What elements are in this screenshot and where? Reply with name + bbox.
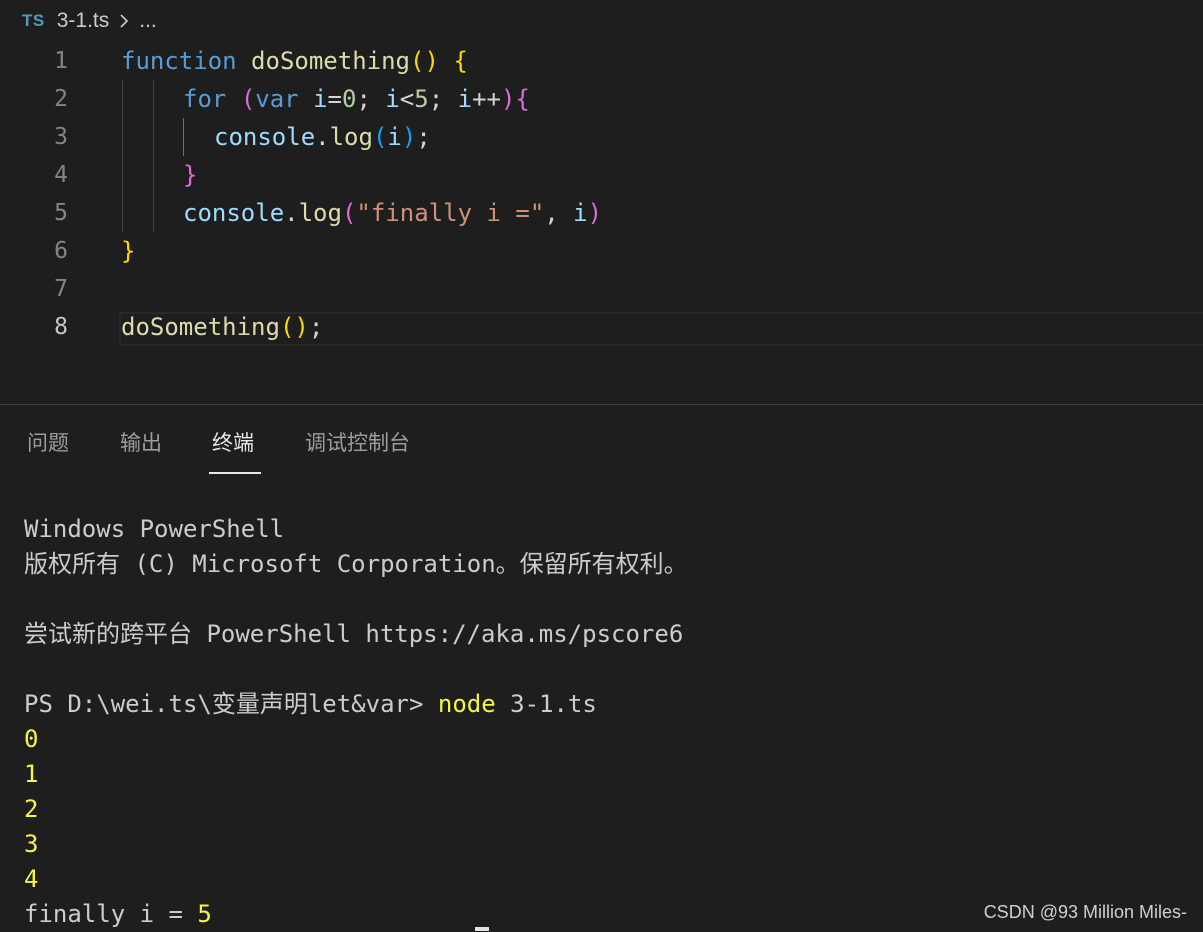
open-paren: ( [240,85,256,113]
code-line: 1 function doSomething() { [0,42,1203,80]
line-number: 3 [54,124,68,150]
terminal-line: Windows PowerShell [24,515,285,543]
parens: () [410,47,439,75]
panel-tabs: 问题 输出 终端 调试控制台 [0,420,1203,476]
terminal-final-label: finally i = [24,900,198,928]
close-paren: ) [401,123,417,151]
function-name: doSomething [251,47,410,75]
close-brace: } [183,161,198,189]
parens: () [279,313,309,341]
line-number: 4 [54,162,68,188]
keyword-var: var [255,85,299,113]
terminal-prompt: PS D:\wei.ts\变量声明let&var> [24,690,438,718]
code-line: 4 } [0,156,1203,194]
terminal-output-value: 0 [24,725,39,753]
terminal-line: 尝试新的跨平台 PowerShell https://aka.ms/pscore… [24,620,684,648]
operator: ++ [472,85,501,113]
terminal-output-value: 3 [24,830,39,858]
active-tab-indicator [209,472,261,474]
close-paren: ) [500,85,516,113]
code-line: 3 console.log(i); [0,118,1203,156]
semicolon: ; [428,85,458,113]
terminal-output[interactable]: Windows PowerShell 版权所有 (C) Microsoft Co… [24,512,688,932]
comma: , [544,199,574,227]
terminal-line: 版权所有 (C) Microsoft Corporation。保留所有权利。 [24,550,688,578]
method-name: log [329,123,373,151]
line-number-current: 8 [54,314,68,340]
terminal-final-line: finally i = 5 [24,897,688,932]
line-number: 6 [54,238,68,264]
string-literal: "finally i =" [356,199,545,227]
keyword-for: for [183,85,227,113]
typescript-file-icon: TS [22,11,45,30]
dot: . [284,199,299,227]
watermark: CSDN @93 Million Miles- [983,902,1187,922]
chevron-right-icon [117,12,131,30]
semicolon: ; [308,313,324,341]
variable-i: i [457,85,473,113]
close-paren: ) [587,199,603,227]
line-number: 5 [54,200,68,226]
method-name: log [298,199,342,227]
tab-debug-console[interactable]: 调试控制台 [305,420,410,470]
breadcrumb-more[interactable]: ... [139,9,157,33]
open-brace: { [515,85,530,113]
semicolon: ; [416,123,431,151]
code-editor[interactable]: 1 function doSomething() { 2 for (var i=… [0,42,1203,382]
operator: = [327,85,342,113]
semicolon: ; [356,85,386,113]
open-brace: { [453,47,468,75]
line-number: 2 [54,86,68,112]
keyword-function: function [121,47,237,75]
terminal-output-value: 1 [24,760,39,788]
open-paren: ( [341,199,357,227]
terminal-output-value: 2 [24,795,39,823]
code-line: 2 for (var i=0; i<5; i++){ [0,80,1203,118]
variable-i: i [387,123,402,151]
object-name: console [214,123,316,151]
panel-divider[interactable] [0,404,1203,405]
code-line: 6 } [0,232,1203,270]
variable-i: i [573,199,588,227]
terminal-command-arg: 3-1.ts [495,690,597,718]
tab-terminal[interactable]: 终端 [212,420,254,470]
terminal-command-line: PS D:\wei.ts\变量声明let&var> node 3-1.ts [24,687,688,722]
number-literal: 0 [341,85,357,113]
terminal-output-value: 4 [24,865,39,893]
line-number: 1 [54,48,68,74]
terminal-final-value: 5 [197,900,212,928]
close-brace: } [121,237,136,265]
variable-i: i [313,85,328,113]
variable-i: i [385,85,400,113]
operator: < [399,85,415,113]
line-number: 7 [54,276,68,302]
tab-problems[interactable]: 问题 [27,420,69,470]
terminal-command: node [437,690,496,718]
open-paren: ( [372,123,388,151]
object-name: console [183,199,285,227]
code-line: 5 console.log("finally i =", i) [0,194,1203,232]
code-line: 7 [0,270,1203,308]
breadcrumb: TS 3-1.ts ... [22,6,157,36]
function-call: doSomething [121,313,280,341]
breadcrumb-file[interactable]: 3-1.ts [57,9,110,33]
number-literal: 5 [414,85,429,113]
code-line-current: 8 doSomething(); [0,308,1203,346]
terminal-cursor [475,927,489,931]
tab-output[interactable]: 输出 [120,420,162,470]
dot: . [315,123,330,151]
